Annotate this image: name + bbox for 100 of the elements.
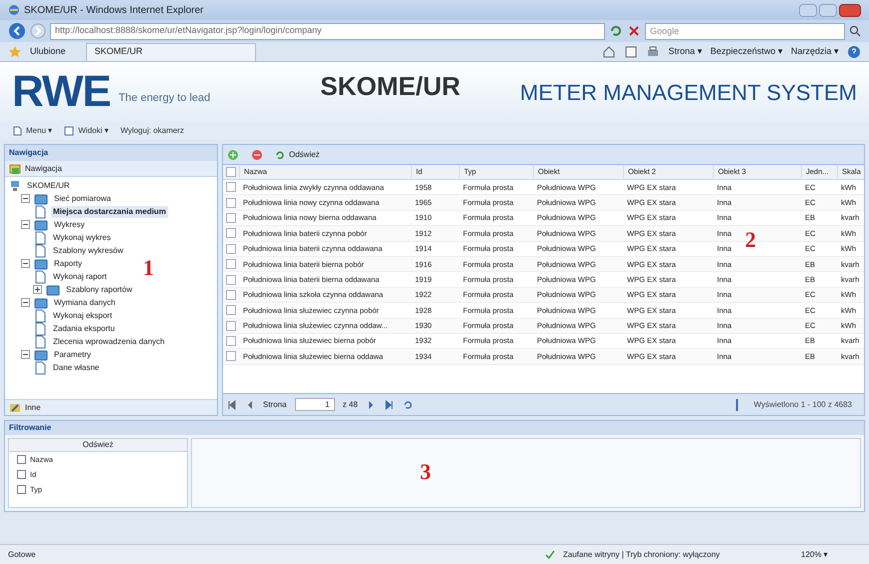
document-icon (12, 126, 22, 136)
checkbox[interactable] (226, 167, 236, 177)
back-icon[interactable] (8, 22, 26, 40)
zoom-level[interactable]: 120% ▾ (801, 548, 861, 560)
tree-item[interactable]: Wykonaj wykres (51, 232, 113, 244)
slogan: The energy to lead (118, 90, 210, 106)
system-title: METER MANAGEMENT SYSTEM (520, 78, 857, 106)
checkbox[interactable] (226, 259, 236, 270)
checkbox[interactable] (226, 351, 236, 362)
checkbox[interactable] (17, 485, 26, 494)
tree-item[interactable]: Parametry (52, 348, 93, 360)
toolbar-menu[interactable]: Wyloguj: okamerz (120, 125, 184, 137)
section-header[interactable]: Nawigacja (5, 161, 217, 177)
page-icon (33, 360, 47, 374)
collapse-icon[interactable] (21, 350, 30, 359)
folder-icon (34, 296, 48, 310)
printer-icon[interactable] (646, 44, 660, 58)
annotation-number: 3 (420, 458, 431, 486)
command-menu[interactable]: Bezpieczeństwo ▾ (710, 44, 783, 58)
pencil-icon (9, 402, 21, 414)
tree-item[interactable]: Wykonaj raport (51, 270, 109, 282)
folder-icon (46, 282, 60, 296)
last-page-icon[interactable] (384, 400, 394, 410)
page-icon (33, 308, 47, 322)
folder-icon (34, 192, 48, 206)
tree-item[interactable]: Sieć pomiarowa (52, 192, 113, 204)
first-page-icon[interactable] (227, 400, 237, 410)
tree-item[interactable]: Szablony wykresów (51, 244, 126, 256)
refresh-icon[interactable] (402, 398, 414, 410)
pager-label: Strona (263, 398, 287, 410)
page-summary: Wyświetlono 1 - 100 z 4683 (736, 398, 860, 410)
check-icon (545, 550, 555, 560)
toolbar-menu[interactable]: Widoki ▾ (64, 125, 108, 137)
browser-tab[interactable]: SKOME/UR (86, 42, 256, 60)
refresh-button[interactable]: Odśwież (9, 439, 187, 452)
search-field[interactable]: Google (645, 22, 845, 40)
collapse-icon[interactable] (21, 220, 30, 229)
stop-icon[interactable] (627, 24, 641, 38)
checkbox[interactable] (17, 470, 26, 479)
section-header[interactable]: Inne (5, 399, 217, 415)
folder-icon (34, 256, 48, 270)
annotation-number: 1 (143, 254, 154, 282)
collapse-icon[interactable] (21, 298, 30, 307)
search-icon[interactable] (849, 25, 861, 37)
tree-item[interactable]: Zlecenia wprowadzenia danych (51, 336, 167, 348)
page-icon (33, 322, 47, 336)
close-button[interactable] (839, 4, 861, 16)
panel-header: Filtrowanie (5, 421, 864, 435)
logo: RWE (12, 70, 111, 114)
checkbox[interactable] (226, 336, 236, 346)
page-icon (33, 230, 47, 244)
tree-item[interactable]: Dane własne (51, 362, 102, 374)
checkbox[interactable] (226, 320, 236, 331)
tree-item[interactable]: Szablony raportów (64, 284, 134, 296)
delete-icon[interactable] (251, 148, 263, 160)
tree-item[interactable]: Miejsca dostarczania medium (51, 206, 168, 218)
address-field[interactable]: http://localhost:8888/skome/ur/etNavigator.jsp?login/login/company (50, 22, 605, 40)
command-menu[interactable]: Narzędzia ▾ (790, 44, 839, 58)
tree-item[interactable]: Wykresy (52, 218, 87, 230)
app-title: SKOME/UR (320, 70, 460, 102)
favorites-link[interactable]: Ulubione (30, 44, 66, 58)
add-icon[interactable] (227, 148, 239, 160)
refresh-button[interactable]: Odśwież (275, 148, 320, 160)
tree-item[interactable]: Wymiana danych (52, 296, 118, 308)
browser-icon (8, 4, 20, 16)
section-title: Inne (25, 402, 41, 414)
checkbox[interactable] (226, 244, 236, 254)
page-icon (33, 204, 47, 218)
refresh-icon[interactable] (609, 24, 623, 38)
command-menu[interactable]: Strona ▾ (668, 44, 702, 58)
page-icon (33, 334, 47, 348)
collapse-icon[interactable] (21, 194, 30, 203)
help-icon[interactable] (847, 44, 861, 58)
toolbar-menu[interactable]: Menu ▾ (12, 125, 52, 137)
collapse-icon[interactable] (21, 259, 30, 268)
checkbox[interactable] (226, 305, 236, 316)
tree-item[interactable]: Raporty (52, 258, 84, 270)
section-title: Nawigacja (25, 162, 62, 174)
panel-header: Nawigacja (5, 145, 217, 161)
home-icon[interactable] (602, 44, 616, 58)
tree-item[interactable]: Zadania eksportu (51, 322, 117, 334)
tree-item[interactable]: SKOME/UR (25, 180, 72, 192)
checkbox[interactable] (226, 228, 236, 238)
window-title: SKOME/UR - Windows Internet Explorer (24, 4, 204, 18)
checkbox[interactable] (226, 182, 236, 192)
checkbox[interactable] (226, 212, 236, 223)
checkbox[interactable] (226, 274, 236, 285)
checkbox[interactable] (226, 290, 236, 300)
page-icon (33, 244, 47, 258)
folder-icon (34, 218, 48, 232)
computer-icon (9, 180, 21, 192)
forward-icon[interactable] (30, 23, 46, 39)
checkbox[interactable] (17, 455, 26, 464)
checkbox[interactable] (226, 198, 236, 208)
page-field[interactable]: 1 (294, 398, 335, 411)
star-icon (8, 44, 22, 58)
page-count: z 48 (342, 398, 358, 410)
expand-icon[interactable] (33, 285, 42, 294)
tree-item[interactable]: Wykonaj eksport (51, 310, 114, 322)
page-icon (33, 270, 47, 284)
